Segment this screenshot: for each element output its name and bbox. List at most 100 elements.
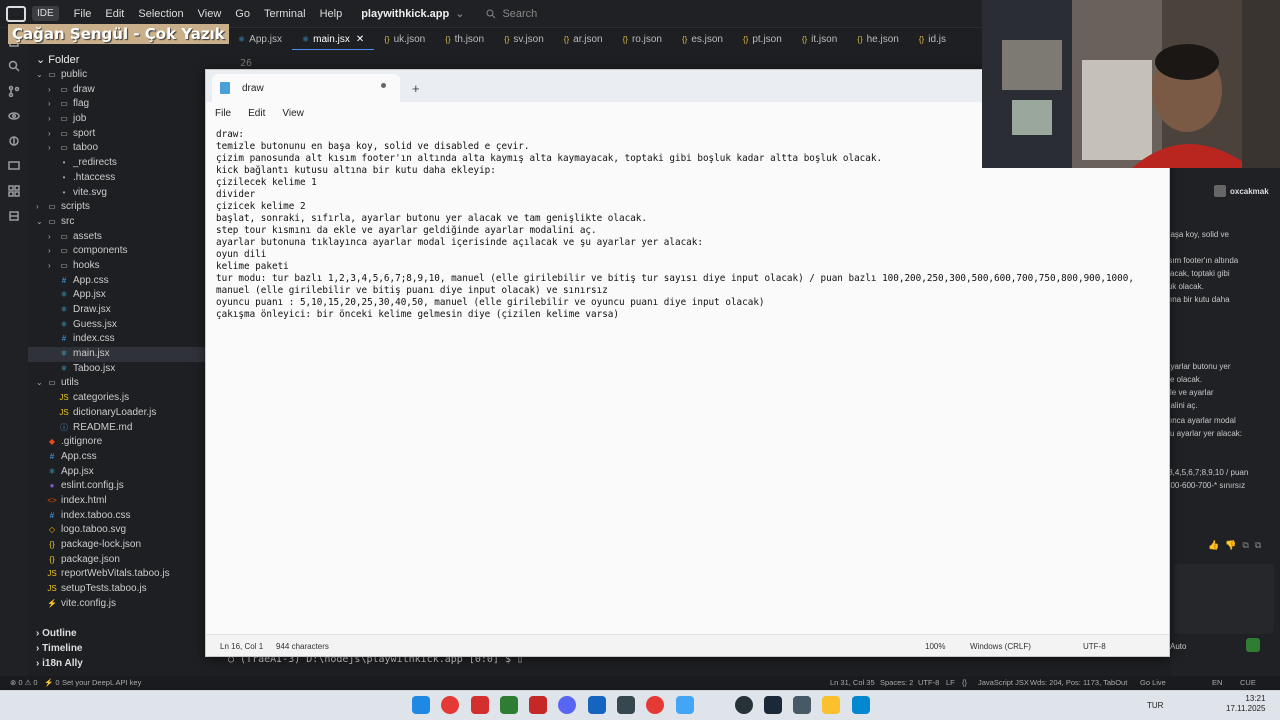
tree-file[interactable]: ⚛ App.jsx	[28, 288, 218, 303]
chrome-icon[interactable]	[441, 696, 459, 714]
menu-view[interactable]: View	[191, 8, 229, 20]
terminal-icon[interactable]	[500, 696, 518, 714]
line-ending[interactable]: Windows (CRLF)	[970, 642, 1031, 651]
tree-folder[interactable]: › ▭ flag	[28, 97, 218, 112]
tree-file[interactable]: • vite.svg	[28, 186, 218, 201]
message-actions[interactable]: 👍👎⧉⧉	[1208, 540, 1267, 551]
davinci-icon[interactable]	[617, 696, 635, 714]
go-live-button[interactable]: Go Live	[1140, 678, 1166, 687]
unsaved-dot-icon[interactable]	[381, 83, 386, 88]
menu-file[interactable]: File	[67, 8, 99, 20]
tree-folder[interactable]: › ▭ job	[28, 112, 218, 127]
tree-file[interactable]: ⚛ Guess.jsx	[28, 318, 218, 333]
new-tab-button[interactable]: +	[412, 81, 420, 96]
tab-id-js[interactable]: {} id.js	[909, 30, 956, 50]
indentation[interactable]: Spaces: 2	[880, 678, 913, 687]
file-encoding[interactable]: UTF-8	[918, 678, 939, 687]
clock[interactable]: 13:21 17.11.2025	[1226, 694, 1265, 714]
tree-file[interactable]: JS reportWebVitals.taboo.js	[28, 567, 218, 582]
tab-he-json[interactable]: {} he.json	[847, 30, 909, 50]
folder-header[interactable]: ⌄ Folder	[28, 52, 218, 68]
zoom-level[interactable]: 100%	[925, 642, 945, 651]
steam-icon[interactable]	[764, 696, 782, 714]
eye-icon[interactable]	[0, 103, 28, 128]
tree-file[interactable]: {} package-lock.json	[28, 538, 218, 553]
encoding[interactable]: UTF-8	[1083, 642, 1106, 651]
tab-ro-json[interactable]: {} ro.json	[613, 30, 672, 50]
tab-pt-json[interactable]: {} pt.json	[733, 30, 792, 50]
menu-go[interactable]: Go	[228, 8, 257, 20]
tree-file[interactable]: ◆ .gitignore	[28, 435, 218, 450]
tree-file[interactable]: {} package.json	[28, 553, 218, 568]
tree-folder[interactable]: ⌄ ▭ src	[28, 215, 218, 230]
language-mode[interactable]: JavaScript JSX	[978, 678, 1029, 687]
menu-selection[interactable]: Selection	[131, 8, 190, 20]
tree-file[interactable]: ⚛ main.jsx	[28, 347, 218, 362]
media-player-icon[interactable]	[646, 696, 664, 714]
deepl-notice[interactable]: Set your DeepL API key	[62, 678, 141, 687]
remote-desktop-icon[interactable]	[676, 696, 694, 714]
problems-count[interactable]: ⊗ 0 ⚠ 0	[10, 678, 38, 687]
notepad-menu-view[interactable]: View	[282, 108, 304, 119]
vscode-icon[interactable]	[588, 696, 606, 714]
tree-file[interactable]: # App.css	[28, 274, 218, 289]
search-icon[interactable]	[0, 53, 28, 78]
menu-help[interactable]: Help	[313, 8, 350, 20]
tree-folder[interactable]: › ▭ scripts	[28, 200, 218, 215]
tree-folder[interactable]: › ▭ assets	[28, 230, 218, 245]
notepad-menu-file[interactable]: File	[215, 108, 231, 119]
tab-th-json[interactable]: {} th.json	[435, 30, 494, 50]
mode-selector[interactable]: Auto	[1170, 642, 1186, 651]
language-code[interactable]: EN	[1212, 678, 1222, 687]
menu-terminal[interactable]: Terminal	[257, 8, 313, 20]
input-language[interactable]: TUR	[1147, 701, 1163, 710]
notepad-taskbar-icon[interactable]	[852, 696, 870, 714]
tree-folder[interactable]: › ▭ taboo	[28, 141, 218, 156]
tree-file[interactable]: JS dictionaryLoader.js	[28, 406, 218, 421]
tree-folder[interactable]: › ▭ draw	[28, 83, 218, 98]
tab-sv-json[interactable]: {} sv.json	[494, 30, 554, 50]
cue-button[interactable]: CUE	[1240, 678, 1256, 687]
braces-icon[interactable]: {}	[962, 678, 967, 687]
app-icon[interactable]	[793, 696, 811, 714]
section-timeline[interactable]: › Timeline	[28, 641, 218, 656]
tree-file[interactable]: <> index.html	[28, 494, 218, 509]
puzzle-icon[interactable]	[0, 203, 28, 228]
tree-folder[interactable]: ⌄ ▭ public	[28, 68, 218, 83]
cursor-position[interactable]: Ln 31, Col 35	[830, 678, 875, 687]
command-search[interactable]: Search	[486, 8, 537, 20]
tree-file[interactable]: # index.taboo.css	[28, 509, 218, 524]
tree-file[interactable]: • _redirects	[28, 156, 218, 171]
tree-folder[interactable]: › ▭ components	[28, 244, 218, 259]
tab-uk-json[interactable]: {} uk.json	[374, 30, 435, 50]
tree-file[interactable]: ⚛ Taboo.jsx	[28, 362, 218, 377]
filezilla-icon[interactable]	[529, 696, 547, 714]
tree-file[interactable]: ⓘ README.md	[28, 421, 218, 436]
tree-file[interactable]: ● eslint.config.js	[28, 479, 218, 494]
tree-folder[interactable]: › ▭ hooks	[28, 259, 218, 274]
chat-input-box[interactable]	[1174, 564, 1274, 634]
close-icon[interactable]: ✕	[356, 30, 364, 50]
tree-file[interactable]: ⚡ vite.config.js	[28, 597, 218, 612]
tree-file[interactable]: ⚛ App.jsx	[28, 465, 218, 480]
tree-folder[interactable]: ⌄ ▭ utils	[28, 376, 218, 391]
tree-file[interactable]: JS setupTests.taboo.js	[28, 582, 218, 597]
debug-icon[interactable]	[0, 128, 28, 153]
tab-ar-json[interactable]: {} ar.json	[554, 30, 613, 50]
tree-file[interactable]: ⚛ Draw.jsx	[28, 303, 218, 318]
notepad-menu-edit[interactable]: Edit	[248, 108, 265, 119]
end-of-line[interactable]: LF	[946, 678, 955, 687]
file-explorer-icon[interactable]	[822, 696, 840, 714]
ports-count[interactable]: ⚡ 0	[44, 678, 60, 687]
tree-folder[interactable]: › ▭ sport	[28, 127, 218, 142]
vivaldi-icon[interactable]	[471, 696, 489, 714]
tab-es-json[interactable]: {} es.json	[672, 30, 733, 50]
send-button[interactable]	[1246, 638, 1260, 652]
tree-file[interactable]: ◇ logo.taboo.svg	[28, 523, 218, 538]
obs-icon[interactable]	[735, 696, 753, 714]
menu-edit[interactable]: Edit	[98, 8, 131, 20]
start-icon[interactable]	[412, 696, 430, 714]
project-selector[interactable]: playwithkick.app ⌄	[361, 7, 464, 20]
remote-icon[interactable]	[0, 153, 28, 178]
tab-app-jsx[interactable]: ⚛ App.jsx	[228, 30, 292, 50]
